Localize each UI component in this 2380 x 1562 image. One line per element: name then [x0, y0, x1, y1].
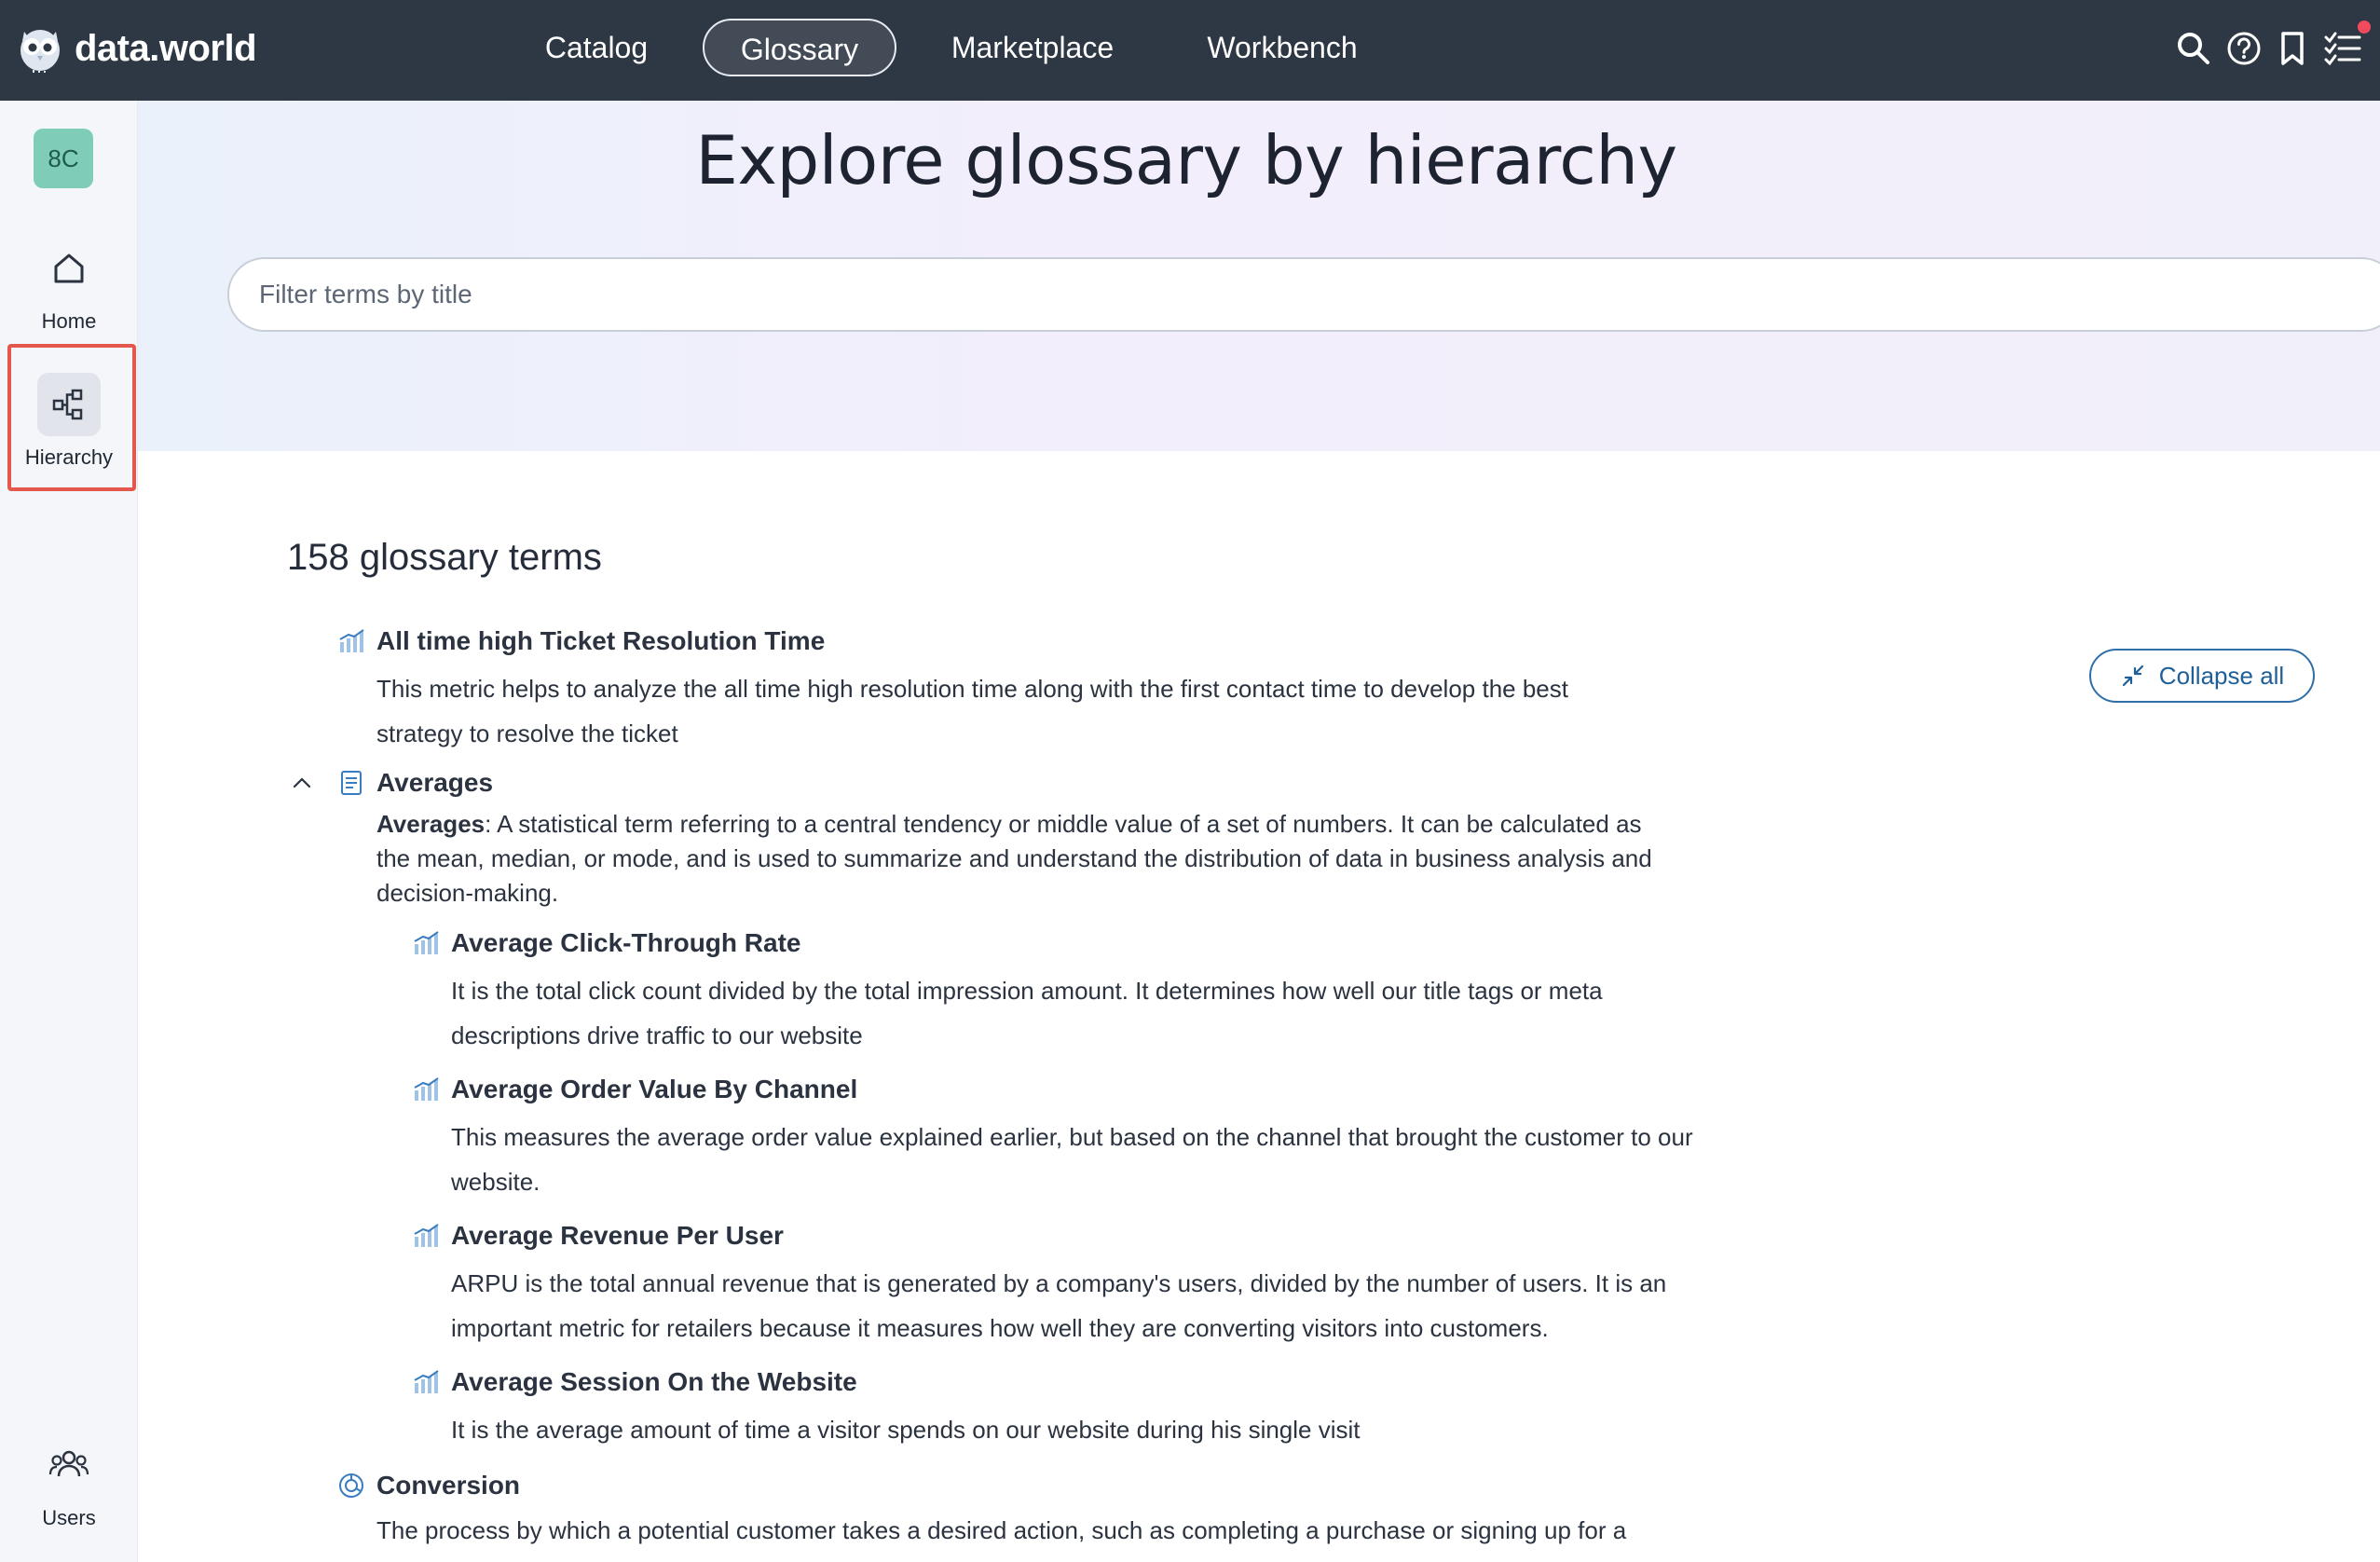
- nav-marketplace[interactable]: Marketplace: [936, 19, 1129, 76]
- page-title: Explore glossary by hierarchy: [695, 121, 1677, 199]
- term-description-bold: Averages: [376, 810, 486, 838]
- sidebar-home-icon-box: [37, 237, 101, 300]
- metric-icon: [414, 1370, 439, 1393]
- concept-icon: [339, 1473, 363, 1498]
- term-title[interactable]: Average Order Value By Channel: [451, 1075, 857, 1104]
- term-description-line: strategy to resolve the ticket: [376, 719, 678, 747]
- term-row[interactable]: Average Click-Through Rate: [412, 928, 800, 958]
- sidebar-item-home[interactable]: Home: [0, 237, 138, 334]
- term-row[interactable]: Averages: [337, 768, 493, 798]
- term-row[interactable]: Conversion: [337, 1471, 520, 1500]
- nav-catalog[interactable]: Catalog: [522, 19, 671, 76]
- term-description: This metric helps to analyze the all tim…: [376, 666, 1737, 756]
- brand-logo[interactable]: data.world: [19, 24, 257, 73]
- sidebar-item-label: Home: [41, 309, 97, 333]
- term-title[interactable]: Conversion: [376, 1471, 520, 1500]
- term-description-line: It is the total click count divided by t…: [451, 977, 1603, 1005]
- highlight-annotation-box: [7, 344, 136, 491]
- sidebar-item-users[interactable]: Users: [0, 1433, 138, 1530]
- term-description-text: : A statistical term referring to a cent…: [485, 810, 1642, 838]
- collapse-arrows-icon: [2122, 665, 2143, 687]
- term-row[interactable]: Average Session On the Website: [412, 1367, 857, 1397]
- term-title[interactable]: Average Session On the Website: [451, 1367, 857, 1397]
- sidebar-users-icon-box: [37, 1433, 101, 1497]
- term-description: Averages: A statistical term referring t…: [376, 807, 1737, 911]
- term-description: This measures the average order value ex…: [451, 1115, 1774, 1204]
- metric-icon: [339, 629, 364, 652]
- nav-workbench[interactable]: Workbench: [1193, 19, 1372, 76]
- term-description-line: the mean, median, or mode, and is used t…: [376, 844, 1652, 872]
- notification-dot: [2358, 21, 2371, 34]
- tasks-button[interactable]: [2322, 21, 2371, 69]
- glossary-term-count: 158 glossary terms: [287, 537, 602, 578]
- term-description: The process by which a potential custome…: [376, 1508, 1737, 1553]
- term-title[interactable]: Average Click-Through Rate: [451, 928, 800, 958]
- term-row[interactable]: All time high Ticket Resolution Time: [337, 626, 825, 656]
- term-title[interactable]: Average Revenue Per User: [451, 1221, 784, 1251]
- top-navigation-bar: data.world Catalog Glossary Marketplace …: [0, 0, 2380, 101]
- bookmark-icon[interactable]: [2272, 28, 2313, 69]
- term-description-line: This measures the average order value ex…: [451, 1123, 1693, 1151]
- collapse-all-button[interactable]: Collapse all: [2089, 649, 2315, 703]
- term-description: It is the average amount of time a visit…: [451, 1407, 1774, 1452]
- document-icon: [341, 771, 362, 795]
- term-description-line: website.: [451, 1168, 540, 1196]
- home-icon: [54, 253, 84, 283]
- filter-search-field[interactable]: [227, 257, 2380, 332]
- term-title[interactable]: Averages: [376, 768, 493, 798]
- term-description-line: decision-making.: [376, 879, 559, 907]
- help-icon[interactable]: [2223, 28, 2264, 69]
- tasks-icon: [2324, 32, 2361, 66]
- owl-logo-icon: [21, 30, 60, 73]
- term-description-line: ARPU is the total annual revenue that is…: [451, 1269, 1667, 1297]
- term-row[interactable]: Average Revenue Per User: [412, 1221, 784, 1251]
- search-icon[interactable]: [2173, 28, 2214, 69]
- metric-icon: [414, 1077, 439, 1101]
- sidebar-item-label: Users: [42, 1506, 96, 1529]
- nav-glossary[interactable]: Glossary: [703, 19, 896, 76]
- users-icon: [48, 1450, 89, 1477]
- term-description-line: Averages: A statistical term referring t…: [376, 807, 1737, 842]
- term-description-line: This metric helps to analyze the all tim…: [376, 675, 1568, 703]
- brand-name: data.world: [75, 27, 257, 69]
- term-row[interactable]: Average Order Value By Channel: [412, 1075, 857, 1104]
- metric-icon: [414, 931, 439, 954]
- term-description-line: descriptions drive traffic to our websit…: [451, 1021, 863, 1049]
- term-description: ARPU is the total annual revenue that is…: [451, 1261, 1774, 1350]
- filter-input[interactable]: [229, 259, 2380, 330]
- metric-icon: [414, 1224, 439, 1247]
- term-description-line: important metric for retailers because i…: [451, 1314, 1549, 1342]
- chevron-up-icon[interactable]: [289, 770, 315, 796]
- collapse-all-label: Collapse all: [2158, 661, 2285, 690]
- left-sidebar: 8C Home Hierarchy Users: [0, 101, 138, 1562]
- term-description-line: The process by which a potential custome…: [376, 1516, 1627, 1544]
- term-description: It is the total click count divided by t…: [451, 968, 1774, 1058]
- term-title[interactable]: All time high Ticket Resolution Time: [376, 626, 825, 656]
- term-description-line: It is the average amount of time a visit…: [451, 1416, 1361, 1444]
